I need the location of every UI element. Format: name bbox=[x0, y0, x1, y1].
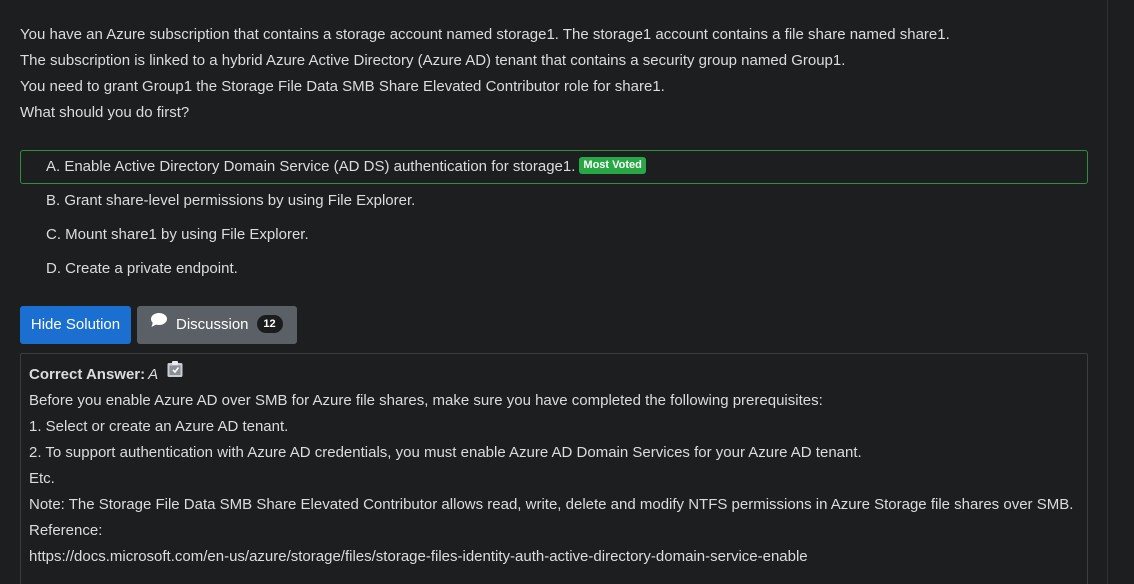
correct-answer-value: A bbox=[148, 366, 159, 383]
choice-b-text: B. Grant share-level permissions by usin… bbox=[46, 192, 416, 209]
reference-label: Reference: bbox=[29, 522, 103, 539]
correct-answer-row: Correct Answer: A bbox=[29, 360, 1087, 388]
clipboard-icon[interactable] bbox=[166, 360, 184, 387]
correct-answer-label: Correct Answer: bbox=[29, 366, 146, 383]
choice-d[interactable]: D. Create a private endpoint. bbox=[20, 252, 1088, 286]
hide-solution-button[interactable]: Hide Solution bbox=[20, 306, 131, 344]
explanation-line: 2. To support authentication with Azure … bbox=[29, 444, 862, 461]
choice-list: A. Enable Active Directory Domain Servic… bbox=[20, 150, 1088, 286]
choice-a[interactable]: A. Enable Active Directory Domain Servic… bbox=[20, 150, 1088, 184]
discussion-count-badge: 12 bbox=[256, 314, 283, 333]
choice-c[interactable]: C. Mount share1 by using File Explorer. bbox=[20, 218, 1088, 252]
choice-c-text: C. Mount share1 by using File Explorer. bbox=[46, 226, 309, 243]
explanation-line: Etc. bbox=[29, 470, 55, 487]
explanation-note: Note: The Storage File Data SMB Share El… bbox=[29, 496, 1074, 513]
most-voted-badge: Most Voted bbox=[579, 157, 646, 175]
question-line: You have an Azure subscription that cont… bbox=[20, 26, 950, 43]
discussion-button[interactable]: Discussion 12 bbox=[137, 306, 297, 344]
question-text: You have an Azure subscription that cont… bbox=[20, 22, 1100, 126]
chat-bubble-icon bbox=[150, 305, 168, 343]
question-line: The subscription is linked to a hybrid A… bbox=[20, 52, 846, 69]
page: You have an Azure subscription that cont… bbox=[0, 0, 1134, 584]
explanation-line: Before you enable Azure AD over SMB for … bbox=[29, 392, 823, 409]
question-prompt: What should you do first? bbox=[20, 104, 190, 121]
solution-panel: Correct Answer: A Before you enable Azure… bbox=[20, 353, 1088, 584]
choice-a-text: A. Enable Active Directory Domain Servic… bbox=[46, 158, 576, 175]
question-line: You need to grant Group1 the Storage Fil… bbox=[20, 78, 665, 95]
scroll-rail bbox=[1107, 0, 1108, 584]
reference-link[interactable]: https://docs.microsoft.com/en-us/azure/s… bbox=[29, 544, 1087, 570]
discussion-label: Discussion bbox=[176, 316, 249, 333]
choice-d-text: D. Create a private endpoint. bbox=[46, 260, 238, 277]
explanation-line: 1. Select or create an Azure AD tenant. bbox=[29, 418, 289, 435]
choice-b[interactable]: B. Grant share-level permissions by usin… bbox=[20, 184, 1088, 218]
